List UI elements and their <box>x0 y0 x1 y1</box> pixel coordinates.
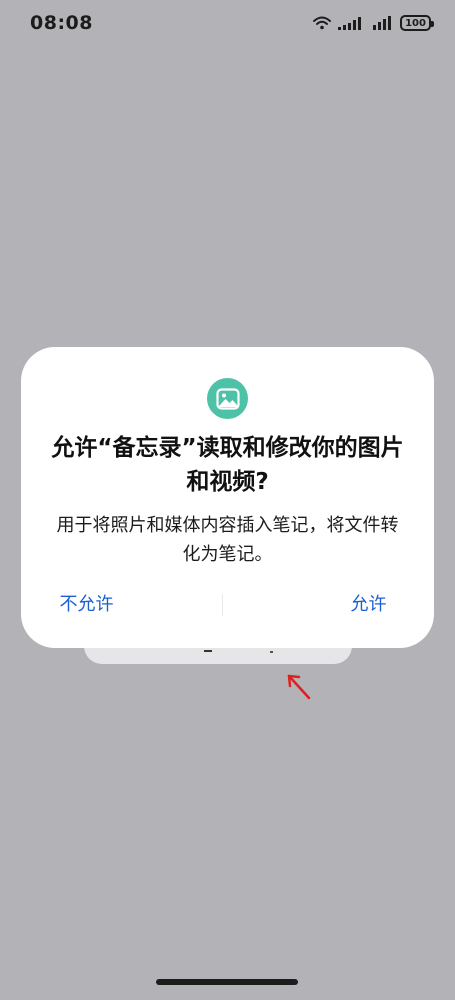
battery-level: 100 <box>405 17 426 29</box>
home-indicator[interactable] <box>156 979 298 985</box>
battery-icon: 100 <box>400 15 434 31</box>
status-icons: 100 <box>313 15 434 31</box>
allow-button[interactable]: 允许 <box>223 587 434 623</box>
background-card-mark <box>204 650 212 652</box>
arrow-icon <box>283 670 313 706</box>
status-time: 08:08 <box>30 12 93 34</box>
dialog-buttons: 不允许 允许 <box>21 587 434 623</box>
dialog-title: 允许“备忘录”读取和修改你的图片和视频? <box>51 435 404 495</box>
background-card-dot <box>270 651 273 653</box>
wifi-icon <box>313 16 331 30</box>
dialog-message: 用于将照片和媒体内容插入笔记，将文件转化为笔记。 <box>56 515 399 565</box>
image-icon <box>207 378 248 419</box>
status-bar: 08:08 100 <box>0 0 455 46</box>
permission-dialog: 允许“备忘录”读取和修改你的图片和视频? 用于将照片和媒体内容插入笔记，将文件转… <box>21 347 434 648</box>
signal-icon <box>373 16 393 30</box>
signal-icon <box>338 16 366 30</box>
deny-button[interactable]: 不允许 <box>21 587 222 623</box>
